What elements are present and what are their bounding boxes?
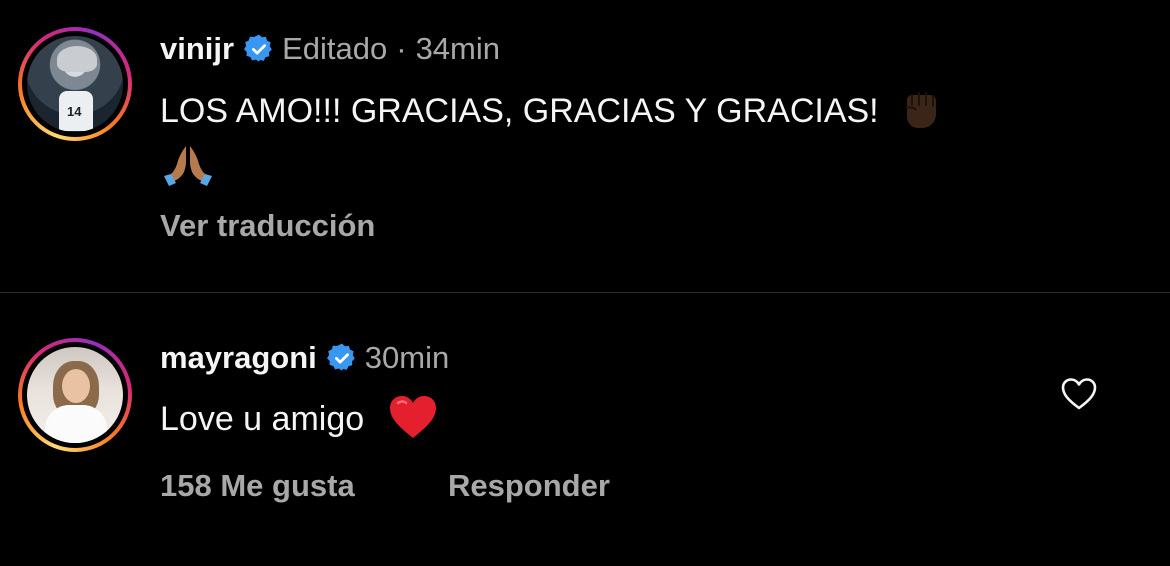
username[interactable]: mayragoni	[160, 340, 317, 376]
comment-text: Love u amigo	[160, 392, 438, 446]
comment-vinijr: 14 vinijr Editado · 34min LOS AMO!!! GRA…	[0, 0, 1170, 292]
likes-count[interactable]: 158 Me gusta	[160, 468, 355, 504]
comment-header: vinijr Editado · 34min	[160, 31, 500, 67]
avatar: 14	[27, 36, 123, 132]
verified-badge-icon	[326, 343, 355, 371]
avatar-story-ring[interactable]	[18, 338, 132, 452]
comment-header: mayragoni 30min	[160, 340, 449, 376]
timestamp: 34min	[415, 31, 500, 66]
edited-label: Editado	[282, 31, 388, 66]
folded-hands-emoji	[164, 146, 212, 186]
avatar	[27, 347, 123, 443]
avatar-story-ring[interactable]: 14	[18, 27, 132, 141]
comment-body: LOS AMO!!! GRACIAS, GRACIAS Y GRACIAS!	[160, 92, 879, 130]
heart-outline-icon[interactable]	[1060, 376, 1098, 412]
timestamp: 30min	[364, 340, 450, 375]
comment-body: Love u amigo	[160, 400, 365, 438]
separator-dot: ·	[396, 31, 407, 66]
verified-badge-icon	[244, 34, 272, 62]
comment-text: LOS AMO!!! GRACIAS, GRACIAS Y GRACIAS!	[160, 84, 1080, 186]
red-heart-emoji	[389, 396, 436, 438]
raised-fist-emoji	[905, 92, 937, 128]
comment-mayragoni: mayragoni 30min Love u amigo 158 Me gust…	[0, 293, 1170, 566]
see-translation-link[interactable]: Ver traducción	[160, 208, 375, 244]
reply-button[interactable]: Responder	[448, 468, 610, 504]
username[interactable]: vinijr	[160, 31, 234, 67]
